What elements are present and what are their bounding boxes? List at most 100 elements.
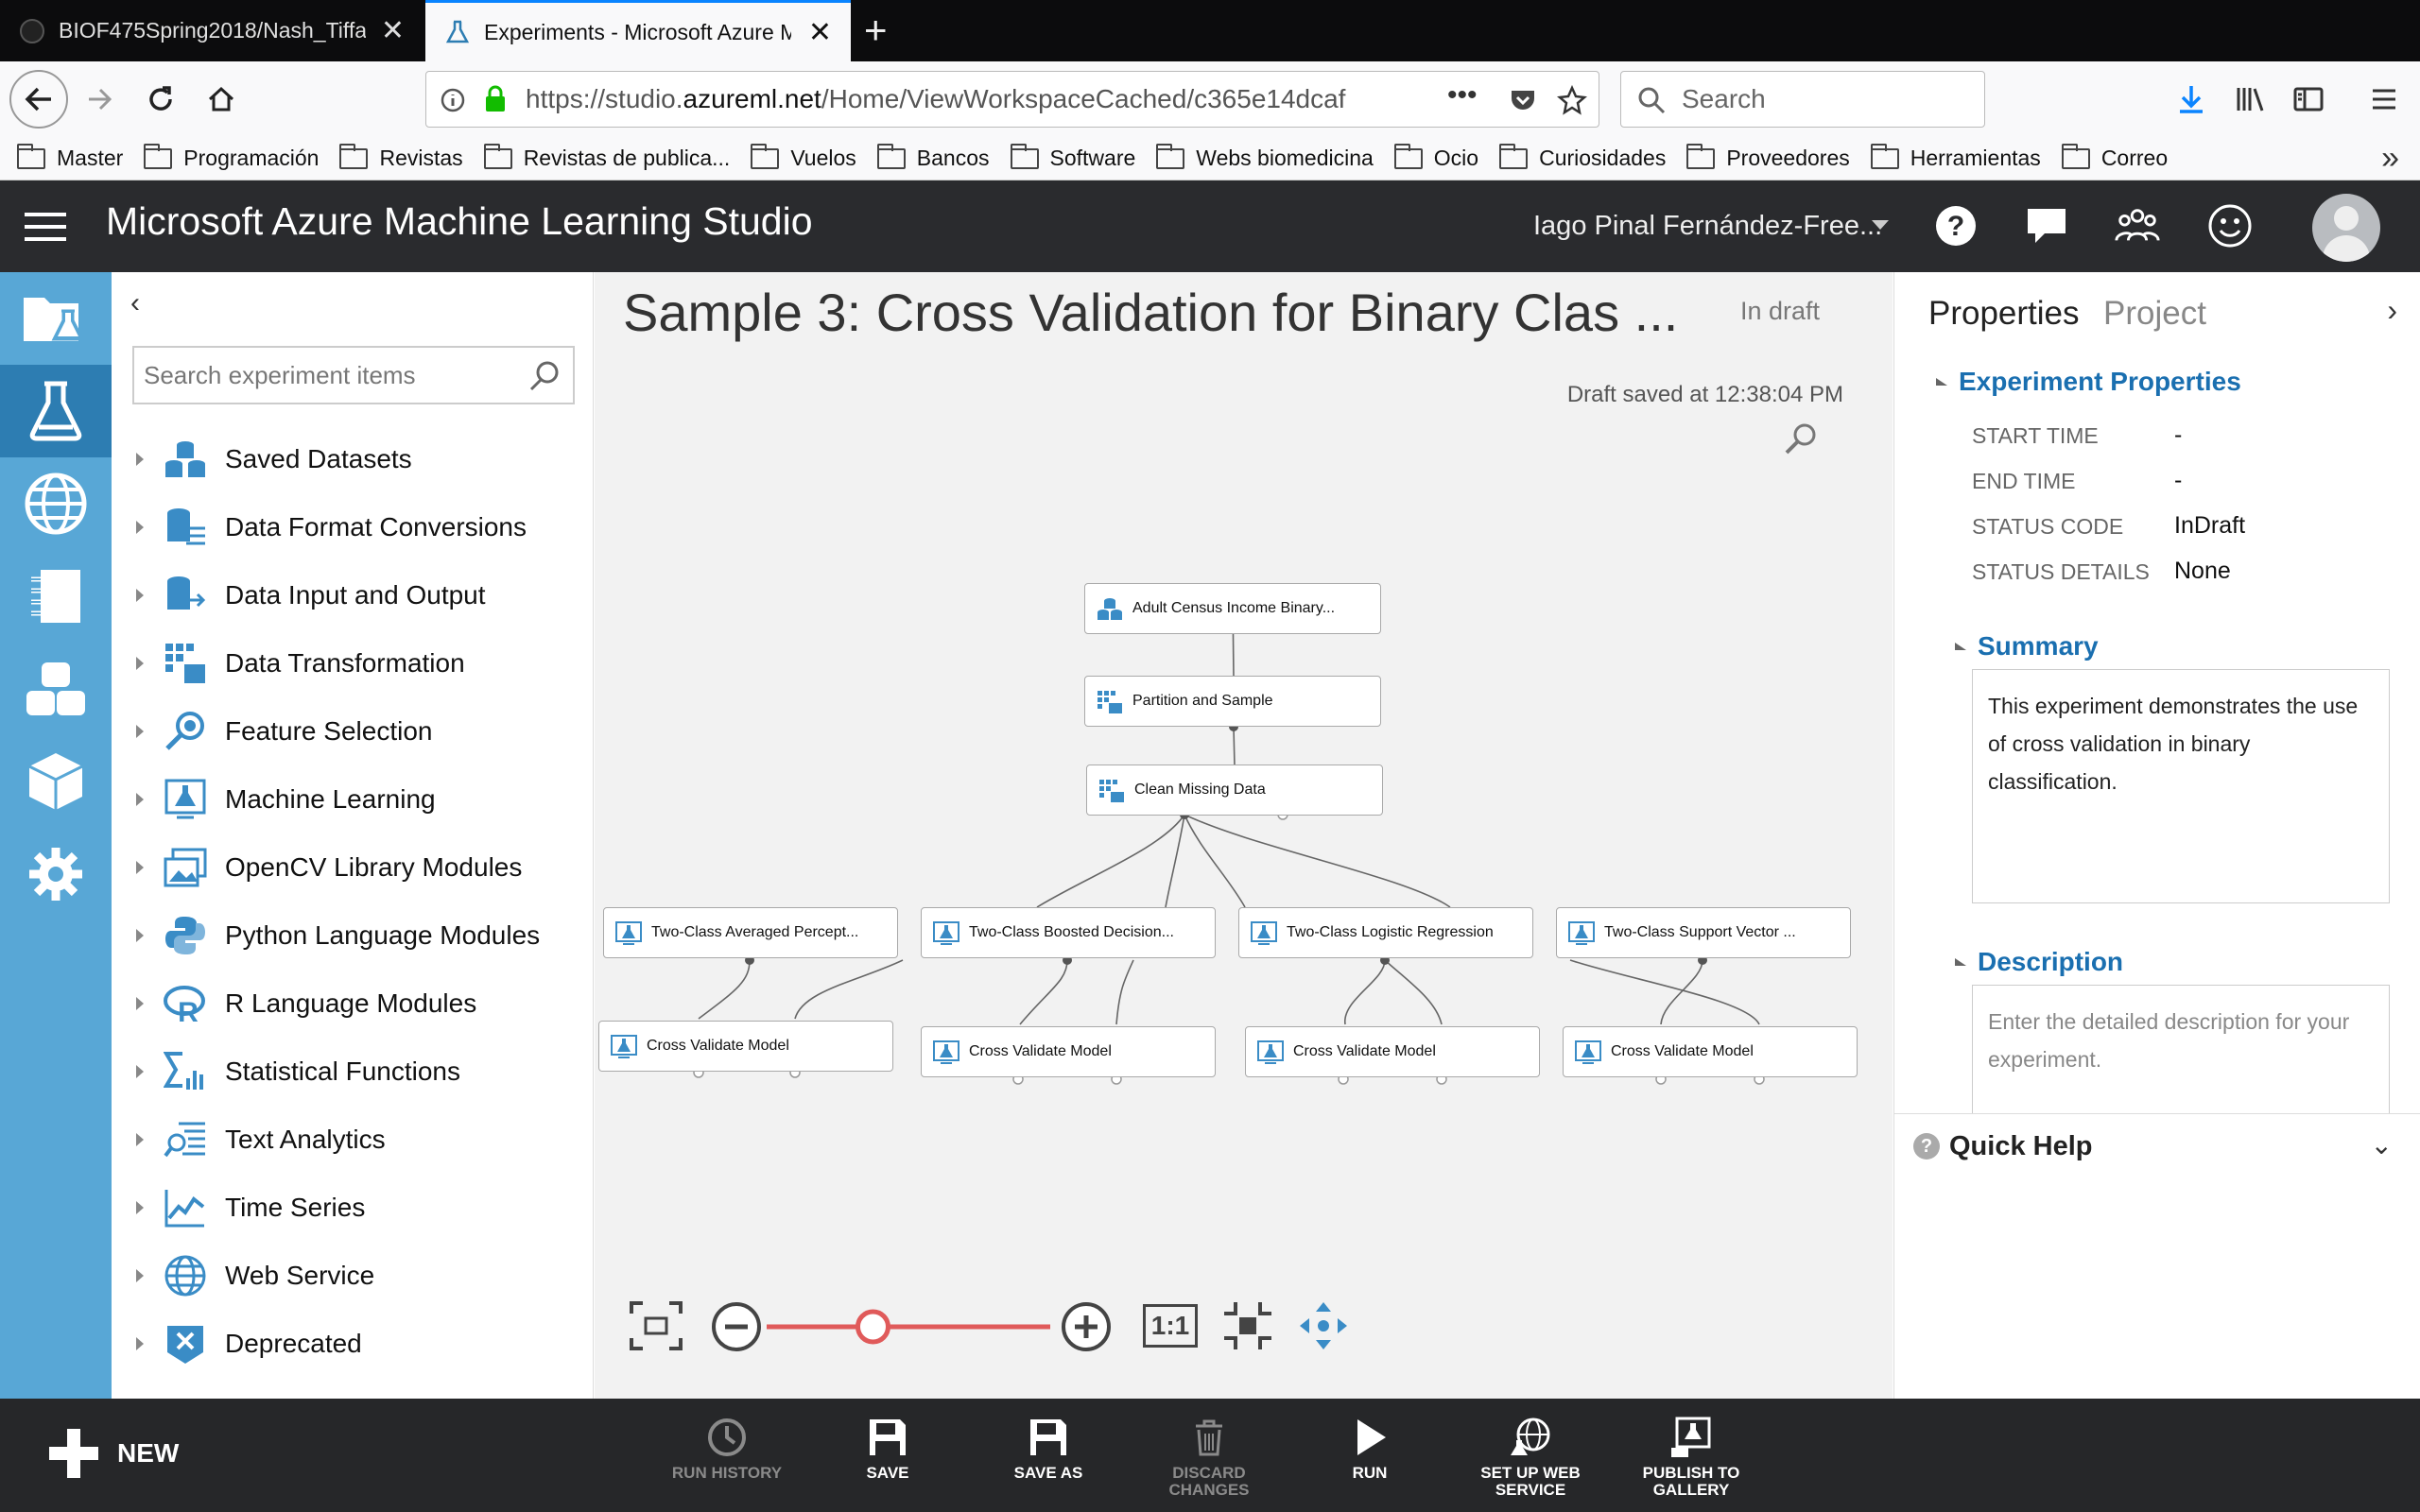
publish-to-gallery-button[interactable]: PUBLISH TO GALLERY	[1620, 1416, 1762, 1499]
help-icon[interactable]: ?	[1932, 202, 1979, 249]
sidebar-toggle-button[interactable]	[2282, 73, 2335, 126]
expand-arrow-icon[interactable]	[136, 657, 144, 670]
close-tab-icon[interactable]: ✕	[381, 14, 405, 47]
bookmark-ocio[interactable]: Ocio	[1393, 143, 1478, 171]
tab-properties[interactable]: Properties	[1928, 295, 2080, 333]
node-clean-missing-data[interactable]: Clean Missing Data	[1086, 765, 1383, 816]
expand-arrow-icon[interactable]	[136, 793, 144, 806]
bookmark-correo[interactable]: Correo	[2061, 143, 2168, 171]
experiments-nav-item[interactable]	[0, 365, 112, 457]
bookmark-master[interactable]: Master	[17, 143, 123, 171]
search-experiment-items-input[interactable]: Search experiment items	[132, 346, 575, 404]
run-history-button[interactable]: RUN HISTORY	[656, 1416, 798, 1482]
app-menu-icon[interactable]	[25, 213, 66, 241]
node-dataset[interactable]: Adult Census Income Binary...	[1084, 583, 1381, 634]
summary-header[interactable]: Summary	[1955, 631, 2099, 662]
user-name[interactable]: Iago Pinal Fernández-Free...	[1533, 211, 1882, 242]
expand-arrow-icon[interactable]	[136, 861, 144, 874]
module-feature-selection[interactable]: Feature Selection	[132, 703, 432, 760]
pocket-icon[interactable]	[1508, 85, 1538, 115]
expand-arrow-icon[interactable]	[136, 521, 144, 534]
bookmark-vuelos[interactable]: Vuelos	[751, 143, 856, 171]
expand-arrow-icon[interactable]	[136, 1133, 144, 1146]
actual-size-button[interactable]: 1:1	[1143, 1304, 1198, 1348]
star-icon[interactable]	[1557, 85, 1587, 115]
bookmark-revistas[interactable]: Revistas	[339, 143, 463, 171]
node-support-vector-machine[interactable]: Two-Class Support Vector ...	[1556, 907, 1851, 958]
zoom-in-icon[interactable]	[1060, 1300, 1113, 1353]
pan-icon[interactable]	[1298, 1300, 1349, 1351]
description-textbox[interactable]: Enter the detailed description for your …	[1972, 985, 2390, 1113]
web-services-nav-item[interactable]	[0, 457, 112, 550]
browser-tab-azure[interactable]: Experiments - Microsoft Azure Machine Le…	[425, 0, 851, 61]
close-tab-icon[interactable]: ✕	[808, 16, 832, 49]
bookmark-herramientas[interactable]: Herramientas	[1870, 143, 2041, 171]
new-button[interactable]: NEW	[49, 1429, 179, 1478]
new-tab-button[interactable]: +	[864, 8, 888, 53]
avatar[interactable]	[2312, 194, 2380, 262]
zoom-slider[interactable]	[767, 1304, 1050, 1351]
module-python[interactable]: Python Language Modules	[132, 907, 540, 964]
community-icon[interactable]	[2114, 202, 2161, 249]
node-logistic-regression[interactable]: Two-Class Logistic Regression	[1238, 907, 1533, 958]
search-icon[interactable]	[527, 359, 562, 393]
node-boosted-decision-tree[interactable]: Two-Class Boosted Decision...	[921, 907, 1216, 958]
zoom-out-icon[interactable]	[710, 1300, 763, 1353]
trained-models-nav-item[interactable]	[0, 735, 112, 828]
expand-arrow-icon[interactable]	[136, 589, 144, 602]
expand-arrow-icon[interactable]	[136, 1337, 144, 1350]
expand-arrow-icon[interactable]	[136, 929, 144, 942]
projects-nav-item[interactable]	[0, 272, 112, 365]
experiment-properties-header[interactable]: Experiment Properties	[1936, 367, 2241, 397]
expand-arrow-icon[interactable]	[136, 997, 144, 1010]
node-cross-validate-2[interactable]: Cross Validate Model	[921, 1026, 1216, 1077]
module-machine-learning[interactable]: Machine Learning	[132, 771, 436, 828]
datasets-nav-item[interactable]	[0, 643, 112, 735]
module-data-format-conversions[interactable]: Data Format Conversions	[132, 499, 527, 556]
module-data-input-output[interactable]: Data Input and Output	[132, 567, 486, 624]
menu-button[interactable]	[2358, 73, 2411, 126]
bookmark-curiosidades[interactable]: Curiosidades	[1499, 143, 1666, 171]
summary-textbox[interactable]: This experiment demonstrates the use of …	[1972, 669, 2390, 903]
module-statistical-functions[interactable]: Statistical Functions	[132, 1043, 460, 1100]
module-opencv[interactable]: OpenCV Library Modules	[132, 839, 522, 896]
quick-help-bar[interactable]: ? Quick Help ⌄	[1894, 1113, 2420, 1179]
expand-arrow-icon[interactable]	[136, 453, 144, 466]
settings-nav-item[interactable]	[0, 828, 112, 920]
browser-tab-github[interactable]: BIOF475Spring2018/Nash_Tiffany ✕	[0, 0, 424, 61]
feedback-icon[interactable]	[2023, 202, 2070, 249]
module-r-language[interactable]: R R Language Modules	[132, 975, 476, 1032]
more-actions-icon[interactable]: •••	[1447, 79, 1478, 112]
bookmark-programacion[interactable]: Programación	[144, 143, 319, 171]
tab-project[interactable]: Project	[2103, 295, 2206, 333]
collapse-chevron-icon[interactable]: ‹	[130, 287, 140, 319]
expand-arrow-icon[interactable]	[136, 1065, 144, 1078]
snap-to-grid-icon[interactable]	[1220, 1298, 1275, 1353]
browser-search-input[interactable]: Search	[1620, 71, 1985, 128]
node-partition-sample[interactable]: Partition and Sample	[1084, 676, 1381, 727]
expand-arrow-icon[interactable]	[136, 725, 144, 738]
bookmark-software[interactable]: Software	[1010, 143, 1135, 171]
module-deprecated[interactable]: Deprecated	[132, 1315, 362, 1372]
info-icon[interactable]	[440, 87, 466, 113]
node-averaged-perceptron[interactable]: Two-Class Averaged Percept...	[603, 907, 898, 958]
url-bar[interactable]: https://studio.azureml.net/Home/ViewWork…	[425, 71, 1599, 128]
description-header[interactable]: Description	[1955, 947, 2123, 977]
module-text-analytics[interactable]: Text Analytics	[132, 1111, 386, 1168]
save-as-button[interactable]: SAVE AS	[977, 1416, 1119, 1482]
expand-arrow-icon[interactable]	[136, 1201, 144, 1214]
module-web-service[interactable]: Web Service	[132, 1247, 374, 1304]
chevron-right-icon[interactable]: ›	[2387, 293, 2397, 328]
smiley-icon[interactable]	[2206, 202, 2254, 249]
zoom-slider-handle[interactable]	[855, 1309, 890, 1345]
module-saved-datasets[interactable]: Saved Datasets	[132, 431, 412, 488]
bookmark-bancos[interactable]: Bancos	[876, 143, 990, 171]
set-up-web-service-button[interactable]: SET UP WEB SERVICE	[1460, 1416, 1601, 1499]
chevron-down-icon[interactable]: ⌄	[2371, 1129, 2393, 1160]
discard-changes-button[interactable]: DISCARD CHANGES	[1138, 1416, 1280, 1499]
caret-down-icon[interactable]	[1872, 220, 1889, 230]
back-button[interactable]	[9, 70, 68, 129]
bookmark-proveedores[interactable]: Proveedores	[1686, 143, 1850, 171]
node-cross-validate-4[interactable]: Cross Validate Model	[1563, 1026, 1858, 1077]
reload-button[interactable]	[134, 73, 187, 126]
